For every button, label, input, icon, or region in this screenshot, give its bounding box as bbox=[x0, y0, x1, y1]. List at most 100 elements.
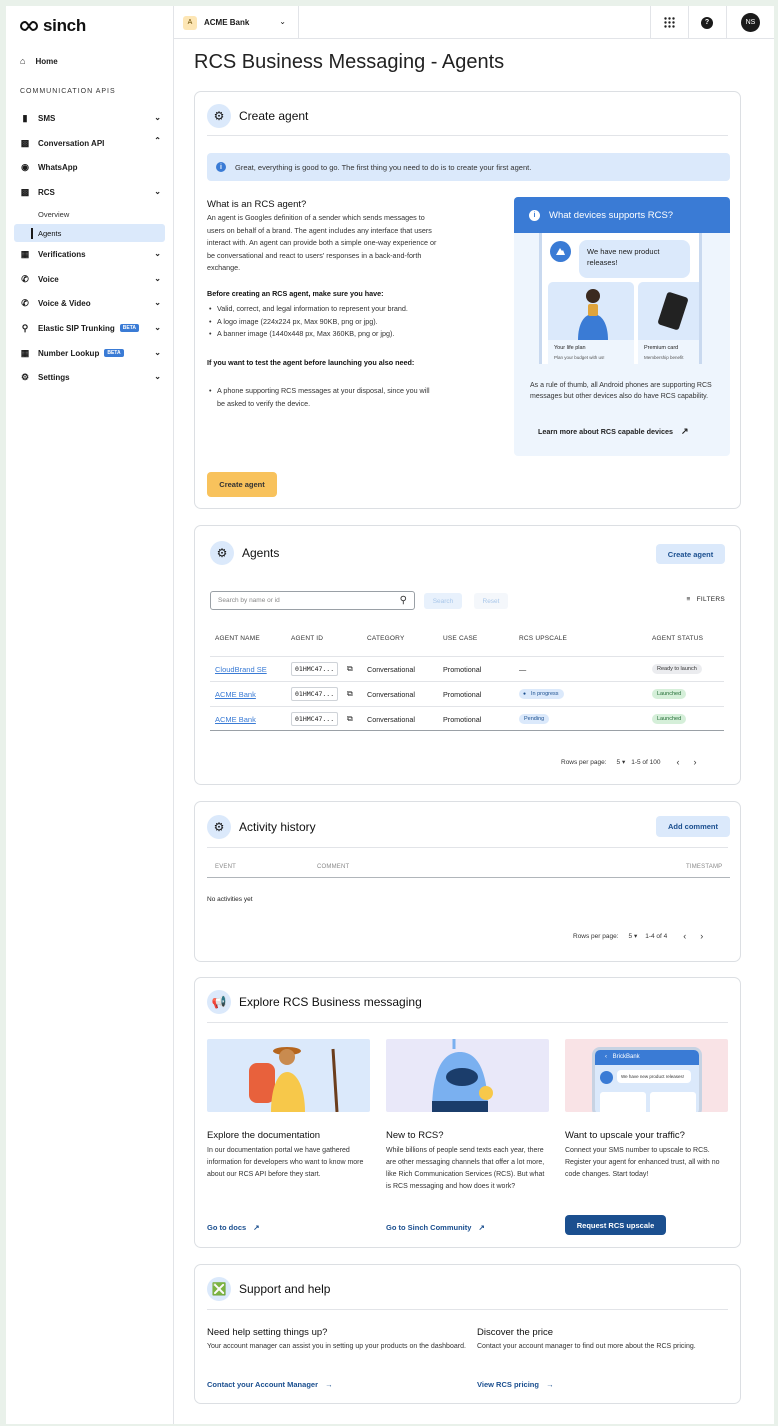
topbar: A ACME Bank ⌄ ? NS bbox=[174, 6, 774, 39]
org-switcher[interactable]: A ACME Bank ⌄ bbox=[174, 6, 299, 39]
next-page-icon[interactable]: › bbox=[700, 931, 703, 941]
sidebar-item-sms[interactable]: ▮ SMS ⌄ bbox=[20, 111, 165, 125]
arrow-up-right-icon: ↗ bbox=[253, 1223, 260, 1232]
sidebar-item-label: RCS bbox=[38, 187, 55, 197]
info-icon: ● bbox=[523, 690, 527, 697]
column-header: TIMESTAMP bbox=[686, 864, 723, 870]
empty-state: No activities yet bbox=[207, 896, 253, 903]
agent-name-link[interactable]: ACME Bank bbox=[215, 690, 256, 699]
next-page-icon[interactable]: › bbox=[694, 757, 697, 767]
sidebar-item-number-lookup[interactable]: ▦ Number Lookup BETA ⌄ bbox=[20, 346, 165, 360]
category-cell: Conversational bbox=[367, 715, 415, 724]
card-title: Your life plan bbox=[554, 345, 586, 351]
column-header[interactable]: RCS UPSCALE bbox=[519, 635, 567, 642]
card-header: ❎ Support and help bbox=[207, 1277, 330, 1301]
sip-icon: ⚲ bbox=[21, 322, 29, 333]
sidebar-item-verifications[interactable]: ▦ Verifications ⌄ bbox=[20, 247, 165, 261]
copy-icon[interactable]: ⧉ bbox=[347, 664, 353, 674]
credit-card-illustration bbox=[638, 282, 699, 340]
filter-icon: ≡ bbox=[686, 596, 691, 603]
contact-account-manager-link[interactable]: Contact your Account Manager → bbox=[207, 1380, 333, 1389]
sidebar-item-voice[interactable]: ✆ Voice ⌄ bbox=[20, 272, 165, 286]
chevron-down-icon: ⌄ bbox=[154, 187, 161, 196]
column-header[interactable]: AGENT ID bbox=[291, 635, 323, 642]
filters-label: FILTERS bbox=[696, 596, 725, 603]
support-icon: ❎ bbox=[207, 1277, 231, 1301]
card-title: Create agent bbox=[239, 109, 309, 123]
request-rcs-upscale-button[interactable]: Request RCS upscale bbox=[565, 1215, 666, 1235]
lookup-icon: ▦ bbox=[20, 347, 30, 358]
search-input[interactable]: Search by name or id ⚲ bbox=[210, 591, 415, 610]
home-icon: ⌂ bbox=[20, 56, 26, 66]
brand-avatar-icon bbox=[600, 1071, 613, 1084]
beta-badge: BETA bbox=[119, 324, 140, 332]
sidebar-subitem-agents[interactable]: Agents bbox=[14, 224, 165, 242]
prev-page-icon[interactable]: ‹ bbox=[683, 931, 686, 941]
sidebar-item-elastic-sip[interactable]: ⚲ Elastic SIP Trunking BETA ⌄ bbox=[20, 321, 165, 335]
column-header[interactable]: AGENT NAME bbox=[215, 635, 260, 642]
sidebar-item-voice-video[interactable]: ✆ Voice & Video ⌄ bbox=[20, 296, 165, 310]
create-agent-button[interactable]: Create agent bbox=[207, 472, 277, 497]
apps-button[interactable] bbox=[650, 6, 687, 39]
add-comment-button[interactable]: Add comment bbox=[656, 816, 730, 837]
go-to-community-link[interactable]: Go to Sinch Community ↗ bbox=[386, 1223, 485, 1232]
sidebar-subitem-overview[interactable]: Overview bbox=[38, 210, 69, 219]
support-text: Contact your account manager to find out… bbox=[477, 1343, 696, 1350]
agent-name-link[interactable]: CloudBrand SE bbox=[215, 665, 267, 674]
prev-page-icon[interactable]: ‹ bbox=[677, 757, 680, 767]
sms-icon: ▮ bbox=[22, 112, 28, 123]
sidebar-item-label: Conversation API bbox=[38, 138, 105, 148]
card-subtitle: Plan your budget with us! bbox=[554, 355, 605, 360]
sidebar-item-conversation-api[interactable]: ▩ Conversation API ⌃ bbox=[20, 136, 165, 150]
search-button[interactable]: Search bbox=[424, 593, 462, 609]
phone-header: ‹ BrickBank bbox=[595, 1050, 699, 1065]
upscale-badge: ● In progress bbox=[519, 689, 564, 699]
sidebar-item-whatsapp[interactable]: ◉ WhatsApp bbox=[20, 160, 165, 174]
status-badge: Launched bbox=[652, 689, 687, 699]
divider bbox=[210, 656, 724, 657]
promo-text: As a rule of thumb, all Android phones a… bbox=[530, 382, 712, 400]
sidebar-item-rcs[interactable]: ▩ RCS ⌄ bbox=[20, 185, 165, 199]
sidebar-item-label: Verifications bbox=[38, 249, 86, 259]
support-heading: Need help setting things up? bbox=[207, 1327, 328, 1338]
help-button[interactable]: ? bbox=[688, 6, 725, 39]
rows-per-page-select[interactable]: 5 ▾ bbox=[617, 758, 626, 766]
rcs-devices-link[interactable]: Learn more about RCS capable devices ↗ bbox=[538, 426, 689, 437]
requirements-list: Valid, correct, and legal information to… bbox=[209, 303, 459, 341]
column-header[interactable]: AGENT STATUS bbox=[652, 635, 703, 642]
nav-section-title: COMMUNICATION APIS bbox=[20, 88, 116, 95]
upscale-badge: Pending bbox=[519, 714, 550, 724]
gear-icon: ⚙ bbox=[207, 104, 231, 128]
card-header: ⚙ Create agent bbox=[207, 104, 308, 128]
info-icon: i bbox=[216, 162, 226, 172]
hiker-illustration bbox=[207, 1039, 370, 1112]
info-banner: i Great, everything is good to go. The f… bbox=[207, 153, 730, 181]
copy-icon[interactable]: ⧉ bbox=[347, 714, 353, 724]
explore-card-title: Explore the documentation bbox=[207, 1130, 321, 1141]
go-to-docs-link[interactable]: Go to docs ↗ bbox=[207, 1223, 260, 1232]
user-menu[interactable]: NS bbox=[726, 6, 774, 39]
column-header[interactable]: USE CASE bbox=[443, 635, 477, 642]
category-cell: Conversational bbox=[367, 690, 415, 699]
copy-icon[interactable]: ⧉ bbox=[347, 689, 353, 699]
sidebar-item-home[interactable]: ⌂ Home bbox=[20, 56, 58, 66]
arrow-right-icon: → bbox=[325, 1380, 333, 1389]
filters-button[interactable]: ≡ FILTERS bbox=[687, 596, 725, 603]
chevron-down-icon: ⌄ bbox=[279, 17, 286, 26]
gear-icon: ⚙ bbox=[20, 371, 30, 382]
rows-per-page-select[interactable]: 5 ▾ bbox=[629, 932, 638, 940]
sidebar-item-settings[interactable]: ⚙ Settings ⌄ bbox=[20, 370, 165, 384]
explore-card-text: Connect your SMS number to upscale to RC… bbox=[565, 1147, 720, 1178]
card-header: ⚙ Activity history bbox=[207, 815, 316, 839]
external-link-icon: ↗ bbox=[681, 426, 689, 436]
megaphone-icon: 📢 bbox=[207, 990, 231, 1014]
support-heading: Discover the price bbox=[477, 1327, 554, 1338]
column-header[interactable]: CATEGORY bbox=[367, 635, 404, 642]
reset-button[interactable]: Reset bbox=[474, 593, 508, 609]
logo[interactable]: sinch bbox=[19, 16, 86, 36]
agent-name-link[interactable]: ACME Bank bbox=[215, 715, 256, 724]
activity-history-card: ⚙ Activity history Add comment EVENT COM… bbox=[194, 801, 741, 962]
card-title: Support and help bbox=[239, 1282, 331, 1296]
create-agent-button[interactable]: Create agent bbox=[656, 544, 725, 564]
view-rcs-pricing-link[interactable]: View RCS pricing → bbox=[477, 1380, 554, 1389]
